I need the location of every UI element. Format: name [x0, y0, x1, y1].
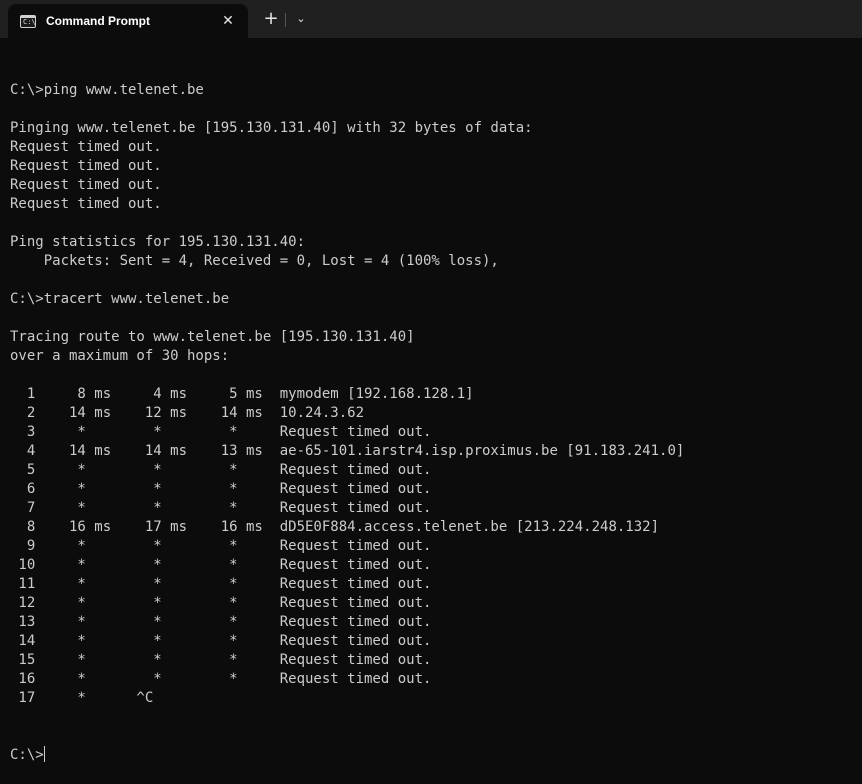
terminal-line: Tracing route to www.telenet.be [195.130…: [10, 329, 415, 345]
terminal-lines: C:\>ping www.telenet.be Pinging www.telen…: [10, 81, 860, 708]
terminal-line: 13 * * * Request timed out.: [10, 614, 432, 630]
terminal-line: Request timed out.: [10, 158, 162, 174]
terminal-line: Pinging www.telenet.be [195.130.131.40] …: [10, 120, 533, 136]
new-tab-icon[interactable]: +: [260, 9, 282, 29]
tab-separator: [285, 13, 286, 27]
close-tab-icon[interactable]: ✕: [218, 11, 238, 31]
terminal-line: 2 14 ms 12 ms 14 ms 10.24.3.62: [10, 405, 365, 421]
terminal-line: 16 * * * Request timed out.: [10, 671, 432, 687]
terminal-line: Packets: Sent = 4, Received = 0, Lost = …: [10, 253, 499, 269]
terminal-line: Ping statistics for 195.130.131.40:: [10, 234, 306, 250]
terminal-line: Request timed out.: [10, 139, 162, 155]
terminal-line: over a maximum of 30 hops:: [10, 348, 230, 364]
prompt-line[interactable]: C:\>: [10, 746, 860, 765]
terminal-line: 14 * * * Request timed out.: [10, 633, 432, 649]
terminal-line: 6 * * * Request timed out.: [10, 481, 432, 497]
terminal-line: 1 8 ms 4 ms 5 ms mymodem [192.168.128.1]: [10, 386, 474, 402]
terminal-output[interactable]: C:\>ping www.telenet.be Pinging www.telen…: [10, 43, 860, 784]
terminal-line: C:\>ping www.telenet.be: [10, 82, 204, 98]
tab-title: Command Prompt: [46, 14, 151, 28]
chevron-down-icon[interactable]: ⌄: [291, 9, 311, 29]
tab-command-prompt[interactable]: C:\ Command Prompt ✕: [8, 4, 248, 38]
terminal-line: 9 * * * Request timed out.: [10, 538, 432, 554]
terminal-line: Request timed out.: [10, 177, 162, 193]
command-prompt-icon: C:\: [20, 14, 36, 28]
terminal-line: 10 * * * Request timed out.: [10, 557, 432, 573]
command-prompt-icon-glyph: C:\: [23, 17, 36, 26]
terminal-line: 5 * * * Request timed out.: [10, 462, 432, 478]
terminal-line: 15 * * * Request timed out.: [10, 652, 432, 668]
terminal-line: 7 * * * Request timed out.: [10, 500, 432, 516]
tab-bar: C:\ Command Prompt ✕ + ⌄: [0, 0, 862, 38]
terminal-line: 17 * ^C: [10, 690, 154, 706]
terminal-line: C:\>tracert www.telenet.be: [10, 291, 230, 307]
command-prompt: C:\>: [10, 747, 44, 763]
terminal-line: 11 * * * Request timed out.: [10, 576, 432, 592]
terminal-line: 8 16 ms 17 ms 16 ms dD5E0F884.access.tel…: [10, 519, 660, 535]
text-cursor: [43, 746, 45, 762]
terminal-line: 4 14 ms 14 ms 13 ms ae-65-101.iarstr4.is…: [10, 443, 685, 459]
terminal-line: 12 * * * Request timed out.: [10, 595, 432, 611]
terminal-line: 3 * * * Request timed out.: [10, 424, 432, 440]
terminal-line: Request timed out.: [10, 196, 162, 212]
